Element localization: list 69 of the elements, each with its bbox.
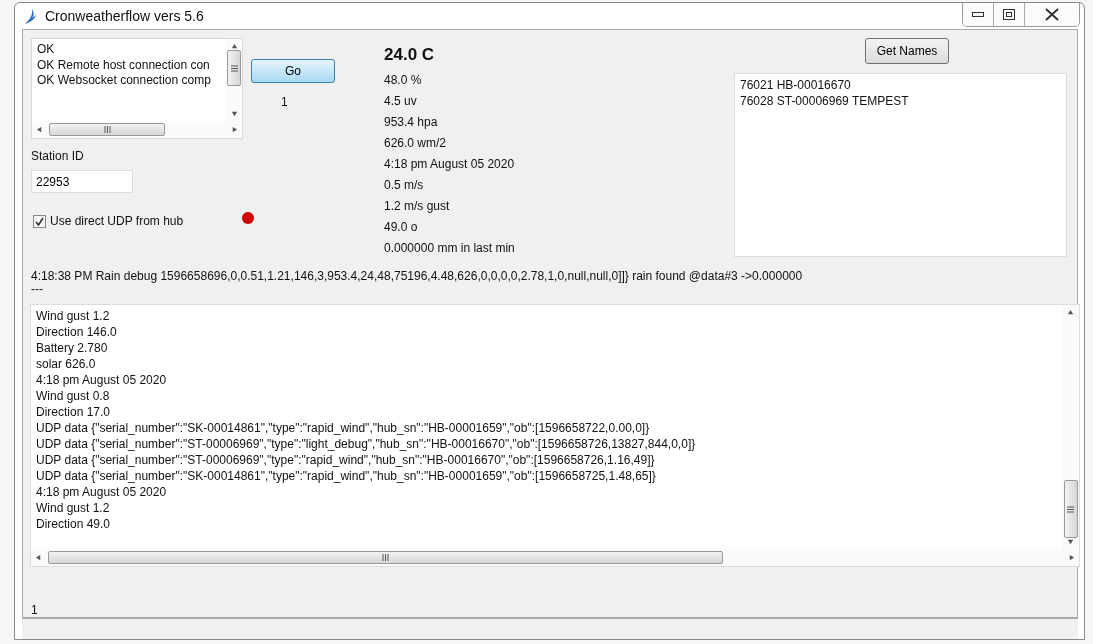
- weather-reading: 4:18 pm August 05 2020: [384, 156, 516, 174]
- scroll-right-icon[interactable]: [1068, 554, 1075, 562]
- log-textbox[interactable]: [30, 304, 1080, 568]
- scroll-left-icon[interactable]: [35, 554, 42, 562]
- log-line: UDP data {"serial_number":"SK-00014861","type":"rapid_wind","hub_sn":"HB-00001659","ob":[1596658725,1.48,65]}: [36, 468, 657, 485]
- weather-reading: 48.0 %: [384, 72, 423, 90]
- debug-separator: ---: [31, 283, 44, 297]
- close-button[interactable]: [1025, 3, 1079, 26]
- list-item[interactable]: OK: [37, 42, 226, 58]
- weather-reading: 0.000000 mm in last min: [384, 240, 516, 258]
- restore-icon: [1003, 9, 1015, 20]
- list-item[interactable]: OK Remote host connection con: [37, 57, 226, 74]
- log-line: Wind gust 1.2: [36, 308, 111, 325]
- debug-line: 4:18:38 PM Rain debug 1596658696,0,0.51,1.21,146,3,953.4,24,48,75196,4.48,626,0,0,0,0,2.78,1,0,null,null,0]]} rain found @data#3 ->0.000000: [31, 270, 804, 284]
- go-count: 1: [281, 95, 289, 110]
- scroll-left-icon[interactable]: [36, 126, 43, 134]
- list-item[interactable]: 76028 ST-00006969 TEMPEST: [740, 93, 1061, 110]
- scroll-thumb[interactable]: [49, 123, 165, 137]
- scroll-down-icon[interactable]: [1067, 538, 1074, 546]
- scroll-thumb[interactable]: [227, 50, 241, 87]
- scroll-down-icon[interactable]: [230, 110, 238, 118]
- list-item[interactable]: 76021 HB-00016670: [740, 78, 1061, 94]
- scroll-thumb[interactable]: [1063, 480, 1078, 539]
- vertical-scrollbar[interactable]: [1062, 305, 1079, 550]
- close-icon: [1044, 8, 1060, 21]
- scroll-thumb[interactable]: [48, 551, 723, 565]
- log-line: UDP data {"serial_number":"ST-00006969","type":"light_debug","hub_sn":"HB-00016670","ob":[1596658726,13827,844,0,0]}: [36, 436, 697, 453]
- grip-icon: [102, 125, 112, 135]
- log-line: UDP data {"serial_number":"ST-00006969","type":"rapid_wind","hub_sn":"HB-00016670","ob":[1596658726,1.16,49]}: [36, 452, 656, 469]
- temperature-reading: 24.0 C: [384, 44, 436, 67]
- udp-checkbox-label: Use direct UDP from hub: [50, 214, 184, 229]
- vertical-scrollbar[interactable]: [226, 39, 242, 122]
- maximize-button[interactable]: [994, 3, 1025, 26]
- log-line: Battery 2.780: [36, 340, 109, 357]
- weather-reading: 0.5 m/s: [384, 177, 425, 195]
- log-line: Direction 49.0: [36, 516, 112, 533]
- udp-checkbox[interactable]: [33, 214, 46, 228]
- scroll-right-icon[interactable]: [231, 126, 238, 134]
- log-line: Wind gust 1.2: [36, 500, 111, 517]
- weather-reading: 4.5 uv: [384, 93, 418, 111]
- status-dot-icon: [242, 212, 254, 225]
- get-names-button[interactable]: Get Names: [865, 38, 949, 65]
- station-id-field[interactable]: 22953: [31, 170, 133, 194]
- grip-icon: [229, 63, 239, 73]
- log-line: Direction 146.0: [36, 324, 118, 341]
- go-button[interactable]: Go: [251, 59, 335, 84]
- horizontal-scrollbar[interactable]: [31, 549, 1079, 567]
- weather-reading: 49.0 o: [384, 219, 419, 237]
- weather-reading: 953.4 hpa: [384, 114, 439, 132]
- status-listbox[interactable]: OK OK Remote host connection con OK Websocket connection comp: [31, 38, 243, 140]
- horizontal-scrollbar[interactable]: [32, 121, 242, 139]
- log-line: solar 626.0: [36, 356, 97, 373]
- weather-reading: 626.0 wm/2: [384, 135, 448, 153]
- log-line: 4:18 pm August 05 2020: [36, 484, 168, 501]
- log-line: Wind gust 0.8: [36, 388, 111, 405]
- minimize-button[interactable]: [963, 3, 994, 26]
- log-line: UDP data {"serial_number":"SK-00014861","type":"rapid_wind","hub_sn":"HB-00001659","ob":[1596658722,0.00,0]}: [36, 420, 651, 437]
- log-line: Direction 17.0: [36, 404, 112, 421]
- scroll-up-icon[interactable]: [1067, 309, 1074, 317]
- footer-count: 1: [31, 603, 39, 618]
- station-id-label: Station ID: [31, 149, 85, 164]
- window-title: Cronweatherflow vers 5.6: [45, 8, 204, 25]
- log-line: 4:18 pm August 05 2020: [36, 372, 168, 389]
- minimize-icon: [972, 12, 984, 17]
- names-listbox[interactable]: 76021 HB-00016670 76028 ST-00006969 TEMPEST: [734, 73, 1067, 258]
- grip-icon: [1066, 504, 1075, 514]
- grip-icon: [381, 553, 390, 563]
- list-item[interactable]: OK Websocket connection comp: [37, 73, 226, 89]
- weather-reading: 1.2 m/s gust: [384, 198, 451, 216]
